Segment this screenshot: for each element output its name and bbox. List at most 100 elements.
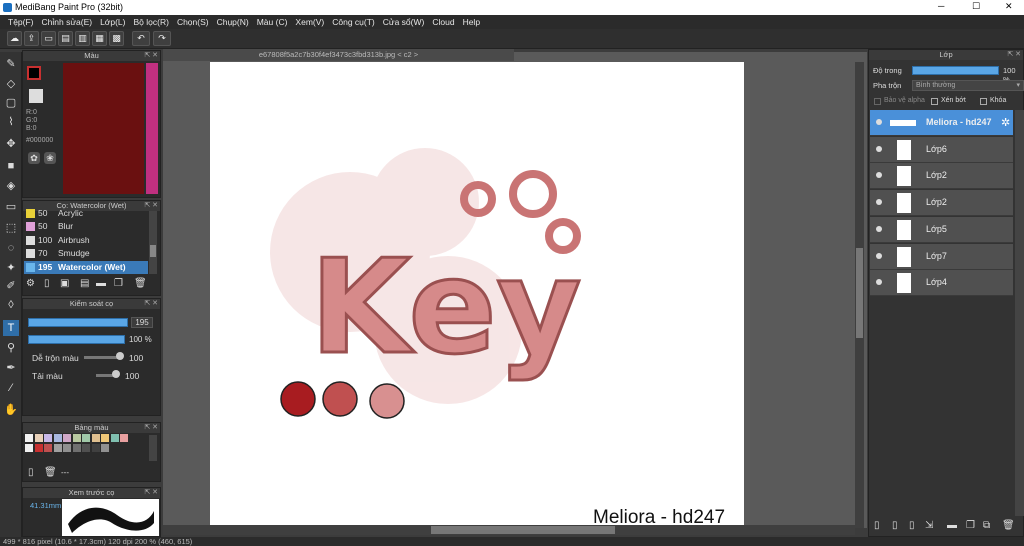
layer-row[interactable]: Lớp2 bbox=[870, 190, 1013, 217]
layer-copy-icon[interactable]: ❐ bbox=[966, 520, 975, 531]
hand-tool-icon[interactable]: ✋ bbox=[3, 402, 19, 418]
palette-delete-icon[interactable]: 🗑 bbox=[44, 467, 57, 478]
brush-scrollbar[interactable] bbox=[149, 211, 157, 274]
palette-swatch[interactable] bbox=[91, 434, 100, 442]
palette-scrollbar[interactable] bbox=[149, 435, 157, 461]
menu-layer[interactable]: Lớp(L) bbox=[96, 17, 129, 27]
menu-window[interactable]: Cửa sổ(W) bbox=[379, 17, 429, 27]
layer-scrollbar[interactable] bbox=[1015, 110, 1024, 516]
layer-folder-icon[interactable]: ▬ bbox=[947, 520, 957, 531]
brush-list-item[interactable]: 50 Acrylic bbox=[24, 207, 148, 220]
operation-tool-icon[interactable]: ⚲ bbox=[3, 340, 19, 356]
horizontal-scrollbar[interactable] bbox=[163, 525, 855, 535]
gear-icon[interactable]: ✲ bbox=[1001, 116, 1010, 129]
comic-icon[interactable]: ▤ bbox=[58, 31, 73, 46]
palette-swatch[interactable] bbox=[120, 434, 128, 442]
layer-merge-icon[interactable]: ⧉ bbox=[983, 520, 990, 531]
new-layer-3-icon[interactable]: ▯ bbox=[909, 520, 915, 531]
color-wheel-icon[interactable]: ✿ bbox=[28, 152, 40, 164]
eye-icon[interactable] bbox=[876, 199, 882, 206]
close-button[interactable]: ✕ bbox=[1005, 1, 1013, 12]
grid-icon[interactable]: ▩ bbox=[109, 31, 124, 46]
lasso-tool-icon[interactable]: ◌ bbox=[3, 240, 19, 256]
blend-slider-knob[interactable] bbox=[116, 352, 124, 360]
palette-swatch[interactable] bbox=[82, 443, 90, 452]
vertical-scrollbar[interactable] bbox=[855, 62, 864, 528]
panel-icon[interactable]: ▦ bbox=[92, 31, 107, 46]
move-tool-icon[interactable]: ✥ bbox=[3, 136, 19, 152]
menu-select[interactable]: Chọn(S) bbox=[173, 17, 213, 27]
layer-row[interactable]: Lớp2 bbox=[870, 163, 1013, 190]
brush-size-value[interactable]: 195 bbox=[131, 317, 153, 328]
menu-tools[interactable]: Công cụ(T) bbox=[328, 17, 379, 27]
undo-button[interactable]: ↶ bbox=[132, 31, 150, 46]
palette-swatch[interactable] bbox=[25, 434, 33, 442]
dot-tool-icon[interactable]: ⌇ bbox=[3, 114, 19, 130]
menu-edit[interactable]: Chỉnh sửa(E) bbox=[38, 17, 97, 27]
panel-close-icon[interactable]: ⇱ ✕ bbox=[144, 488, 158, 498]
palette-swatch[interactable] bbox=[44, 443, 52, 452]
panel-close-icon[interactable]: ⇱ ✕ bbox=[144, 299, 158, 309]
menu-view[interactable]: Xem(V) bbox=[291, 17, 328, 27]
redo-button[interactable]: ↷ bbox=[153, 31, 171, 46]
divide-tool-icon[interactable]: ✒ bbox=[3, 360, 19, 376]
palette-swatch[interactable] bbox=[110, 434, 119, 442]
eraser-tool-icon[interactable]: ◇ bbox=[3, 76, 19, 92]
palette-swatch[interactable] bbox=[44, 434, 52, 442]
transparent-color[interactable] bbox=[29, 89, 43, 103]
layer-add-icon[interactable]: ⇲ bbox=[925, 520, 933, 531]
gradient-tool-icon[interactable]: ▭ bbox=[3, 199, 19, 215]
layer-row[interactable]: Lớp5 bbox=[870, 216, 1013, 243]
shape-tool-icon[interactable]: ■ bbox=[3, 158, 19, 174]
eye-icon[interactable] bbox=[876, 279, 882, 286]
blend-mode-select[interactable]: Bình thường ▾ bbox=[912, 80, 1024, 91]
palette-swatch[interactable] bbox=[101, 443, 109, 452]
menu-help[interactable]: Help bbox=[459, 17, 484, 27]
palette-swatch[interactable] bbox=[53, 443, 62, 452]
brush-copy-icon[interactable]: ▣ bbox=[60, 278, 69, 289]
menu-file[interactable]: Tệp(F) bbox=[4, 17, 38, 27]
brush-opacity-slider[interactable] bbox=[28, 335, 125, 344]
brush-tool-icon[interactable]: ✎ bbox=[3, 56, 19, 72]
menu-color[interactable]: Màu (C) bbox=[253, 17, 292, 27]
palette-swatch[interactable] bbox=[63, 443, 71, 452]
brush-list-item[interactable]: 50 Blur bbox=[24, 220, 148, 233]
bucket-tool-icon[interactable]: ◈ bbox=[3, 178, 19, 194]
hue-slider[interactable] bbox=[146, 63, 158, 194]
document-tab[interactable]: e67808f5a2c7b30f4ef3473c3fbd313b.jpg < c… bbox=[163, 49, 514, 61]
palette-swatch[interactable] bbox=[72, 443, 81, 452]
color-pick-icon[interactable]: ❀ bbox=[44, 152, 56, 164]
brush-new-icon[interactable]: ▯ bbox=[44, 278, 50, 289]
brush-list-item[interactable]: 195 Watercolor (Wet) bbox=[24, 260, 148, 274]
palette-swatch[interactable] bbox=[34, 434, 43, 442]
select-pen-icon[interactable]: ✐ bbox=[3, 278, 19, 294]
clip-checkbox[interactable] bbox=[931, 98, 938, 105]
palette-swatch[interactable] bbox=[82, 434, 90, 442]
panel-close-icon[interactable]: ⇱ ✕ bbox=[144, 423, 158, 433]
layer-delete-icon[interactable]: 🗑 bbox=[1002, 520, 1015, 531]
brush-size-slider[interactable] bbox=[28, 318, 128, 327]
layer-row[interactable]: Lớp6 bbox=[870, 136, 1013, 163]
eye-icon[interactable] bbox=[876, 119, 882, 125]
alpha-protect-checkbox[interactable] bbox=[874, 98, 881, 105]
page-icon[interactable]: ▥ bbox=[75, 31, 90, 46]
minimize-button[interactable]: ─ bbox=[938, 1, 944, 11]
foreground-color[interactable] bbox=[27, 66, 41, 80]
text-tool-icon[interactable]: T bbox=[3, 320, 19, 336]
brush-list-item[interactable]: 70 Smudge bbox=[24, 247, 148, 260]
palette-swatch[interactable] bbox=[72, 434, 81, 442]
layer-opacity-slider[interactable] bbox=[912, 66, 999, 75]
new-layer-2-icon[interactable]: ▯ bbox=[892, 520, 898, 531]
lock-checkbox[interactable] bbox=[980, 98, 987, 105]
comment-icon[interactable]: ▭ bbox=[41, 31, 56, 46]
select-tool-icon[interactable]: ⬚ bbox=[3, 220, 19, 236]
palette-add-icon[interactable]: ▯ bbox=[28, 467, 34, 478]
layer-row[interactable]: Lớp7 bbox=[870, 243, 1013, 270]
share-icon[interactable]: ⇪ bbox=[24, 31, 39, 46]
eye-icon[interactable] bbox=[876, 172, 882, 179]
brush-list-item[interactable]: 100 Airbrush bbox=[24, 234, 148, 247]
magic-wand-icon[interactable]: ✦ bbox=[3, 260, 19, 276]
palette-swatch[interactable] bbox=[53, 434, 62, 442]
palette-swatch[interactable] bbox=[91, 443, 100, 452]
panel-close-icon[interactable]: ⇱ ✕ bbox=[144, 51, 158, 61]
